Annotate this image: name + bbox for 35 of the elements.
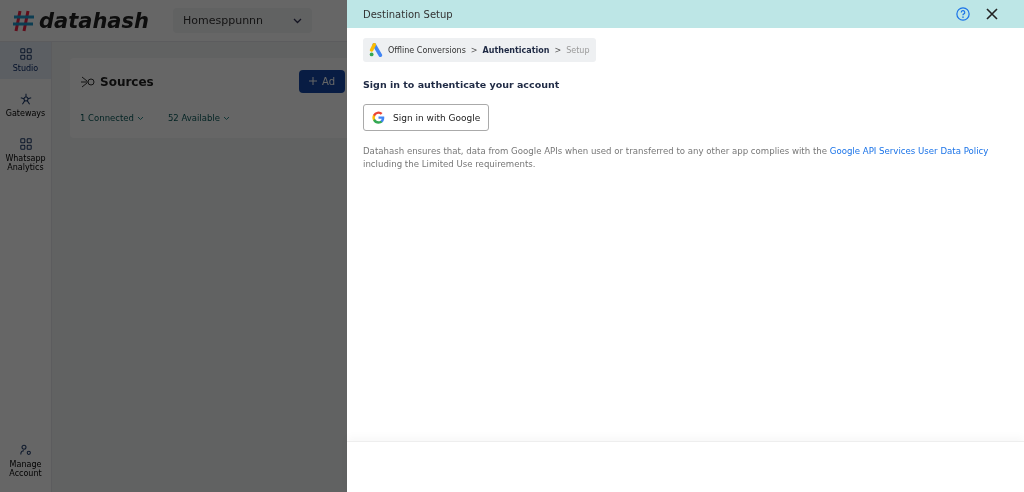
breadcrumb-item: Authentication bbox=[482, 45, 550, 55]
add-button[interactable]: Ad bbox=[299, 70, 345, 93]
breadcrumb-separator: > bbox=[554, 45, 562, 55]
logo-icon bbox=[12, 8, 36, 33]
policy-link[interactable]: Google API Services User Data Policy bbox=[829, 146, 989, 156]
policy-notice: Datahash ensures that, data from Google APIs when used or transferred to any other app complies with the Google API Services User Data Policy including the Limited Use requirements. bbox=[363, 145, 990, 172]
sidebar-item[interactable]: Gateways bbox=[0, 87, 51, 124]
dialog-backdrop-overlay[interactable] bbox=[0, 0, 347, 492]
user-gear-icon bbox=[19, 444, 32, 456]
sidebar-item[interactable]: Manage Account bbox=[0, 438, 51, 484]
hub-icon bbox=[19, 93, 32, 105]
panel-title: Destination Setup bbox=[363, 8, 454, 20]
card-title: Sources bbox=[100, 74, 155, 89]
section-heading: Sign in to authenticate your account bbox=[363, 79, 560, 90]
google-sign-in-button[interactable]: Sign in with Google bbox=[363, 104, 490, 131]
grid-icon bbox=[19, 48, 32, 60]
grid-icon bbox=[19, 138, 32, 150]
close-icon[interactable] bbox=[986, 8, 998, 20]
chevron-down-icon bbox=[136, 115, 144, 121]
chevron-down-icon bbox=[222, 115, 230, 121]
filter-dropdown[interactable]: 1 Connected bbox=[80, 113, 144, 123]
plus-icon bbox=[309, 77, 317, 85]
breadcrumb-item[interactable]: Offline Conversions bbox=[388, 45, 466, 55]
breadcrumb-item: Setup bbox=[566, 45, 590, 55]
help-icon[interactable] bbox=[956, 7, 970, 21]
google-g-icon bbox=[372, 111, 385, 124]
sidebar-item[interactable]: Studio bbox=[0, 42, 51, 79]
sources-icon bbox=[80, 74, 96, 89]
ads-logo-icon bbox=[369, 43, 383, 57]
workspace-dropdown[interactable]: Homesppunnn bbox=[173, 8, 313, 33]
chevron-down-icon bbox=[293, 17, 303, 24]
breadcrumb-separator: > bbox=[470, 45, 478, 55]
filter-dropdown[interactable]: 52 Available bbox=[167, 113, 230, 123]
logo-text: datahash bbox=[39, 8, 149, 33]
sidebar-item[interactable]: Whatsapp Analytics bbox=[0, 132, 51, 178]
